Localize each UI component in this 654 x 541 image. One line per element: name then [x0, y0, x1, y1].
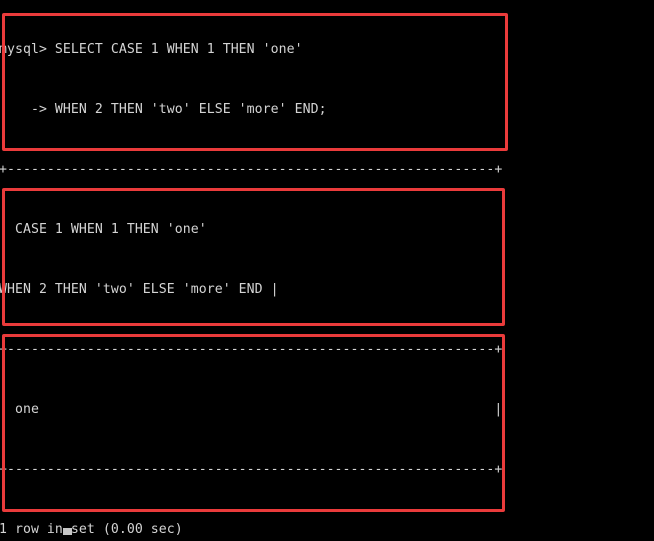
- terminal-line: 1 row in set (0.00 sec): [0, 522, 183, 537]
- terminal-screen: mysql> SELECT CASE 1 WHEN 1 THEN 'one' -…: [0, 0, 654, 541]
- terminal-line: | one |: [0, 402, 503, 417]
- terminal-line: -> WHEN 2 THEN 'two' ELSE 'more' END;: [0, 102, 327, 117]
- terminal-line: +---------------------------------------…: [0, 342, 503, 357]
- terminal-line: WHEN 2 THEN 'two' ELSE 'more' END |: [0, 282, 279, 297]
- terminal-line: | CASE 1 WHEN 1 THEN 'one': [0, 222, 207, 237]
- terminal-line: mysql> SELECT CASE 1 WHEN 1 THEN 'one': [0, 42, 303, 57]
- terminal-cursor: [63, 528, 72, 535]
- terminal-line: +---------------------------------------…: [0, 462, 503, 477]
- terminal-line: +---------------------------------------…: [0, 162, 503, 177]
- terminal-text-buffer[interactable]: mysql> SELECT CASE 1 WHEN 1 THEN 'one' -…: [0, 0, 654, 541]
